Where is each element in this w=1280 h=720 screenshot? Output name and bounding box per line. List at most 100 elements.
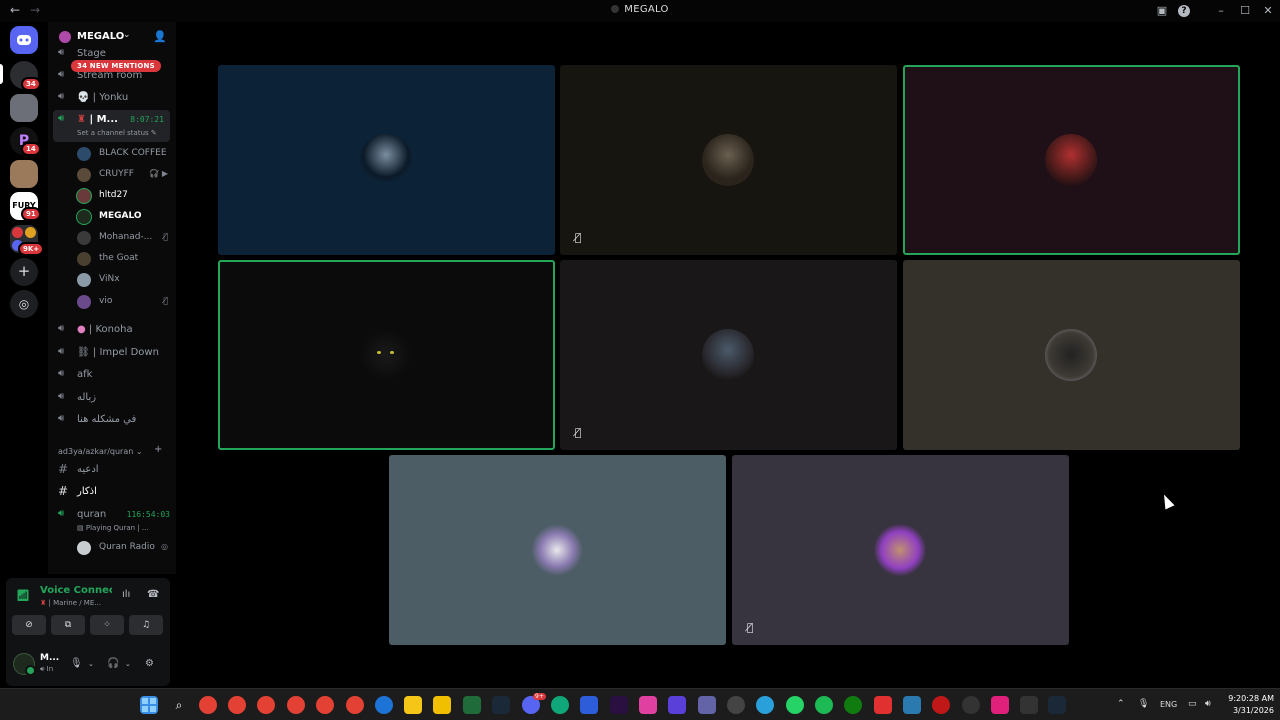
invite-people-icon[interactable]: 👤 [153,30,167,43]
close-icon[interactable]: ✕ [1260,3,1276,19]
maximize-icon[interactable]: ☐ [1237,3,1253,19]
app-icon[interactable] [375,696,393,714]
chrome-icon[interactable] [228,696,246,714]
channel-moshkela[interactable]: 🔊︎ في مشكله هنا [48,410,176,430]
channel-zebala[interactable]: 🔊︎ زباله [48,388,176,408]
voice-member[interactable]: hltd27 [72,186,172,206]
noise-suppression-icon[interactable]: ılı [122,589,130,600]
participant-tile[interactable] [218,65,555,255]
voice-member[interactable]: CRUYFF 🎧̸ ▶ [72,165,172,185]
edge-icon[interactable] [551,696,569,714]
activities-icon: ⁘ [103,620,111,630]
app-icon[interactable] [991,696,1009,714]
file-explorer-icon[interactable] [404,696,422,714]
inbox-icon[interactable]: ▣ [1154,3,1170,19]
premiere-icon[interactable] [610,696,628,714]
category-header[interactable]: ad3ya/azkar/quran ⌄ [58,447,143,456]
app-icon[interactable] [932,696,950,714]
chrome-icon[interactable] [287,696,305,714]
voice-member[interactable]: ViNx [72,270,172,290]
telegram-icon[interactable] [756,696,774,714]
channel-status[interactable]: Set a channel status ✎ [77,129,157,137]
add-server-button[interactable]: + [10,258,38,286]
signal-icon[interactable]: 📶︎ [16,589,30,602]
app-icon[interactable] [727,696,745,714]
chevron-up-icon[interactable]: ⌃ [1117,699,1125,709]
app-icon[interactable] [1020,696,1038,714]
participant-tile[interactable] [903,65,1240,255]
language-indicator[interactable]: ENG [1160,700,1177,709]
excel-icon[interactable] [463,696,481,714]
channel-azkar[interactable]: # اذكار [48,482,176,502]
channel-impel-down[interactable]: 🔊︎ ⛓ | Impel Down [48,343,176,363]
mouse-cursor [1159,492,1175,510]
chrome-icon[interactable] [199,696,217,714]
participant-tile[interactable] [218,260,555,450]
app-icon[interactable] [668,696,686,714]
add-channel-icon[interactable]: + [154,444,162,455]
steam-icon[interactable] [492,696,510,714]
app-icon[interactable] [639,696,657,714]
app-icon[interactable] [903,696,921,714]
discord-home-button[interactable] [10,26,38,54]
voice-member[interactable]: Quran Radio ◎ [72,538,172,558]
user-name[interactable]: M... [40,653,59,663]
share-screen-button[interactable]: ⧉ [51,615,85,635]
channel-adeiya[interactable]: # ادعيه [48,460,176,480]
clock[interactable]: 9:20:28 AM 3/31/2026 [1222,693,1274,717]
chrome-icon[interactable] [257,696,275,714]
voice-member[interactable]: vio 🎙̸ [72,292,172,312]
participant-tile[interactable]: 🎙̸ [560,260,897,450]
channel-afk[interactable]: 🔊︎ afk [48,365,176,385]
start-button[interactable] [140,696,158,714]
participant-tile[interactable]: 🎙̸ [560,65,897,255]
voice-channel-path[interactable]: ♜ | Marine / ME... [40,599,101,607]
participant-tile[interactable]: 🎙̸ [732,455,1069,645]
explore-button[interactable]: ◎ [10,290,38,318]
swirl-icon: ● [77,324,86,335]
server-icon-4[interactable] [10,160,38,188]
whatsapp-icon[interactable] [786,696,804,714]
volume-icon[interactable]: 🔊︎ [1205,699,1211,709]
voice-status[interactable]: Voice Connected [40,585,112,596]
app-icon[interactable] [874,696,892,714]
activities-button[interactable]: ⁘ [90,615,124,635]
teams-icon[interactable] [698,696,716,714]
help-icon[interactable]: ? [1178,5,1190,17]
app-icon[interactable] [433,696,451,714]
voice-member[interactable]: BLACK COFFEE [72,144,172,164]
chevron-down-icon[interactable]: ⌄ [125,660,131,668]
microphone-icon[interactable]: 🎙 [70,658,83,669]
network-icon[interactable]: ▭ [1188,699,1197,709]
settings-gear-icon[interactable]: ⚙ [145,658,154,669]
channel-konoha[interactable]: 🔊︎ ● | Konoha [48,320,176,340]
new-mentions-pill[interactable]: 34 NEW MENTIONS [71,60,161,72]
search-icon[interactable]: ⌕ [170,696,188,714]
channel-yonku[interactable]: 🔊︎ 💀 | Yonku [48,88,176,108]
minimize-icon[interactable]: – [1213,3,1229,19]
user-avatar[interactable] [13,653,36,676]
participant-tile[interactable] [903,260,1240,450]
spotify-icon[interactable] [815,696,833,714]
chrome-icon[interactable] [346,696,364,714]
channel-quran[interactable]: 🔊︎ quran 116:54:03 [48,505,176,525]
app-icon[interactable] [962,696,980,714]
chevron-down-icon[interactable]: ⌄ [88,660,94,668]
speaker-icon: 🔊︎ [58,69,65,80]
steam-icon[interactable] [1048,696,1066,714]
voice-member[interactable]: the Goat [72,249,172,269]
microphone-icon[interactable]: 🎙 [1138,699,1149,709]
xbox-icon[interactable] [844,696,862,714]
camera-button[interactable]: ⊘ [12,615,46,635]
participant-avatar [874,524,926,576]
chrome-icon[interactable] [316,696,334,714]
headphones-icon[interactable]: 🎧 [107,658,119,669]
participant-tile[interactable] [389,455,726,645]
voice-member[interactable]: Mohanad-... 🎙̸ [72,228,172,248]
app-icon[interactable] [580,696,598,714]
soundboard-button[interactable]: ♫ [129,615,163,635]
channel-marine-active[interactable]: 🔊︎ ♜ | M... 8:07:21 Set a channel status… [53,110,170,142]
disconnect-icon[interactable]: ☎ [147,589,159,600]
voice-member[interactable]: MEGALO [72,207,172,227]
server-icon-2[interactable] [10,94,38,122]
